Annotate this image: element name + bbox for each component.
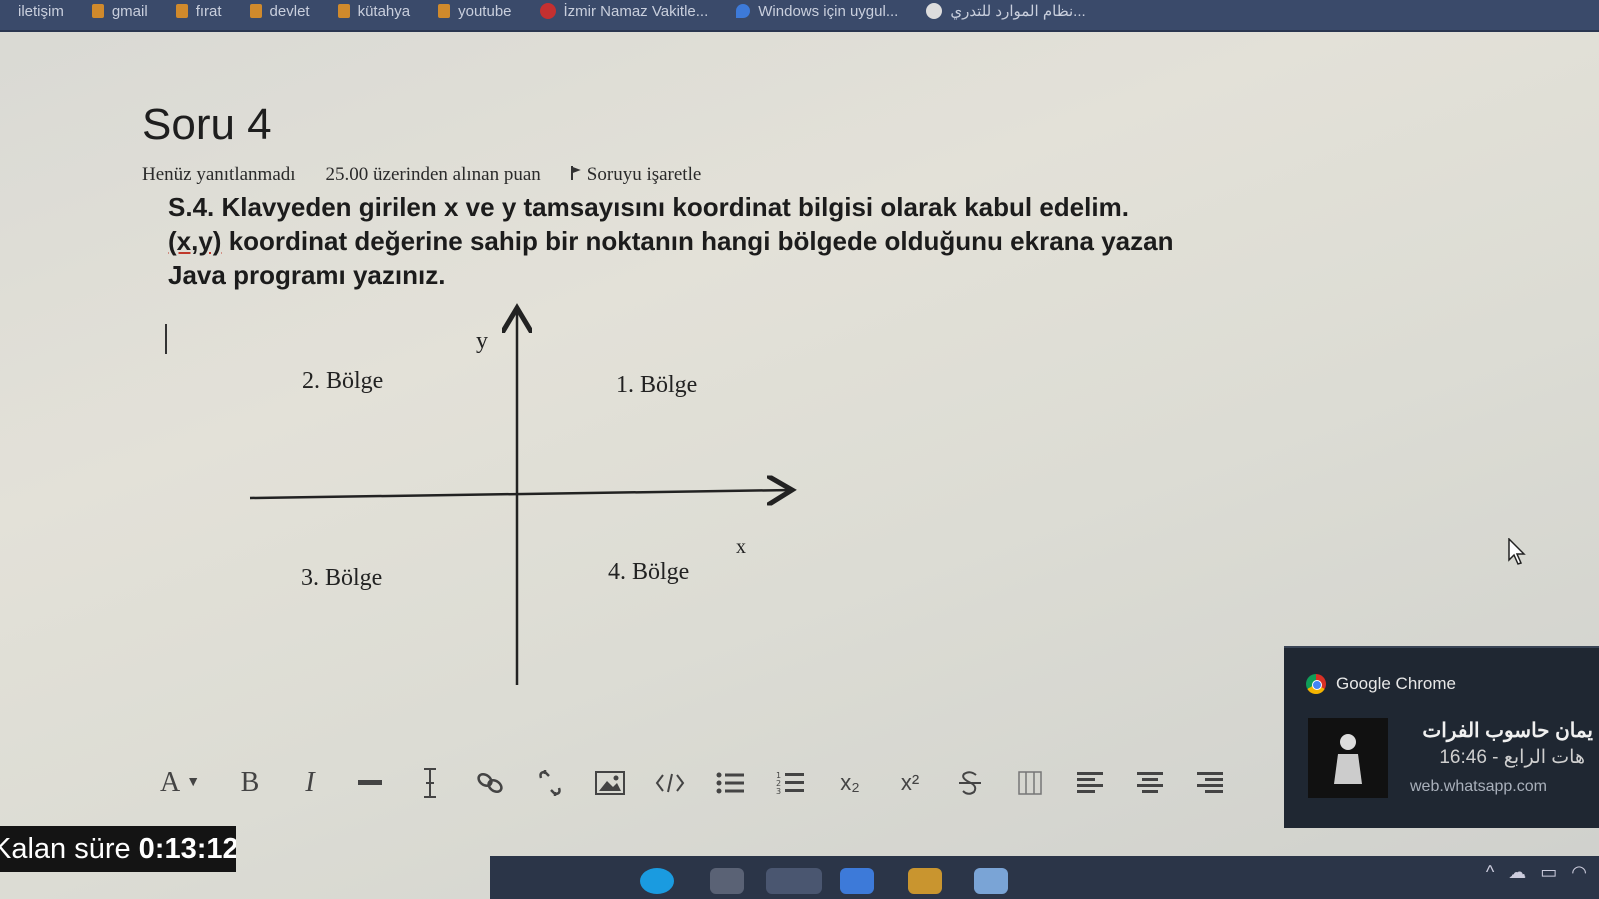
chrome-icon (1306, 674, 1326, 694)
table-button[interactable] (1000, 755, 1060, 811)
subscript-button[interactable]: x₂ (820, 755, 880, 811)
folder-icon (175, 4, 188, 18)
cloud-icon[interactable]: ☁ (1508, 862, 1526, 883)
battery-icon[interactable]: ▭ (1540, 862, 1557, 883)
text-cursor-icon (424, 768, 436, 798)
question-info: Henüz yanıtlanmadı 25.00 üzerinden alına… (142, 164, 701, 186)
region-2-label: 2. Bölge (302, 368, 384, 394)
region-4-label: 4. Bölge (608, 559, 690, 585)
numbered-list-button[interactable]: 123 (760, 755, 820, 811)
mouse-pointer-icon (1508, 538, 1526, 565)
image-icon (595, 771, 625, 795)
question-title: Soru 4 (142, 100, 272, 149)
align-right-button[interactable] (1180, 755, 1240, 811)
app-icon-2[interactable] (974, 868, 1008, 894)
bookmark-windows-apps[interactable]: Windows için uygul... (722, 3, 912, 28)
notification-title: يمان حاسوب الفرات (1422, 720, 1593, 742)
chevron-up-icon[interactable]: ^ (1486, 862, 1494, 883)
code-button[interactable] (640, 755, 700, 811)
numbered-list-icon: 123 (776, 771, 804, 796)
text-cursor (165, 324, 167, 354)
horizontal-rule-icon (358, 780, 382, 785)
italic-button[interactable]: I (280, 755, 340, 811)
question-text: S.4. Klavyeden girilen x ve y tamsayısın… (168, 192, 1174, 290)
bookmark-gmail[interactable]: gmail (78, 3, 162, 28)
notification-header: Google Chrome (1306, 674, 1456, 694)
site-icon (926, 3, 943, 19)
flag-question-button[interactable]: Soruyu işaretle (570, 164, 702, 186)
strikethrough-icon (959, 771, 981, 795)
bookmark-izmir-namaz[interactable]: İzmir Namaz Vakitle... (526, 3, 723, 28)
chevron-down-icon: ▼ (186, 775, 201, 790)
horizontal-rule-button[interactable] (340, 755, 400, 811)
font-color-button[interactable]: A ▼ (140, 755, 220, 811)
align-center-button[interactable] (1120, 755, 1180, 811)
bookmark-iletisim[interactable]: iletişim (4, 3, 78, 28)
notification-source: web.whatsapp.com (1410, 778, 1547, 795)
link-button[interactable] (460, 755, 520, 811)
notification-app-name: Google Chrome (1336, 674, 1457, 693)
bookmark-kutahya[interactable]: kütahya (324, 3, 425, 28)
remaining-time-timer: Kalan süre 0:13:12 (0, 826, 236, 872)
folder-icon (91, 4, 104, 18)
image-button[interactable] (580, 755, 640, 811)
timer-value: 0:13:12 (138, 832, 236, 865)
editor-toolbar: A ▼ B I 123 x₂ x² (140, 748, 1270, 818)
folder-icon (337, 4, 350, 18)
code-icon (655, 773, 685, 793)
bold-button[interactable]: B (220, 755, 280, 811)
unlink-icon (539, 770, 561, 796)
link-icon (477, 773, 503, 793)
table-icon (1018, 771, 1042, 795)
question-status: Henüz yanıtlanmadı (142, 164, 296, 185)
svg-text:3: 3 (776, 787, 781, 796)
bookmark-arabic-site[interactable]: نظام الموارد للتدري... (912, 2, 1099, 28)
align-left-icon (1077, 772, 1103, 793)
flag-question-label: Soruyu işaretle (586, 164, 702, 185)
region-3-label: 3. Bölge (301, 565, 383, 591)
region-1-label: 1. Bölge (616, 372, 698, 398)
store-icon[interactable] (710, 868, 744, 894)
chrome-taskbar-icon[interactable] (766, 868, 822, 894)
edge-icon[interactable] (640, 868, 674, 894)
timer-label: Kalan süre (0, 832, 131, 865)
align-center-icon (1137, 772, 1163, 793)
notification-message: 16:46 - هات الرابع (1439, 747, 1585, 768)
x-axis-label: x (736, 536, 746, 558)
bullet-list-icon (716, 772, 744, 794)
bullet-list-button[interactable] (700, 755, 760, 811)
notification-avatar (1308, 718, 1388, 798)
file-explorer-icon[interactable] (908, 868, 942, 894)
align-right-icon (1197, 772, 1223, 793)
wifi-icon[interactable]: ◠ (1571, 862, 1587, 883)
windows-taskbar: ^ ☁ ▭ ◠ (490, 856, 1599, 899)
bookmark-devlet[interactable]: devlet (236, 3, 324, 28)
question-points: 25.00 üzerinden alınan puan (325, 164, 541, 185)
system-tray: ^ ☁ ▭ ◠ (1486, 862, 1587, 883)
unlink-button[interactable] (520, 755, 580, 811)
folder-icon (438, 4, 451, 18)
align-left-button[interactable] (1060, 755, 1120, 811)
app-icon[interactable] (840, 868, 874, 894)
folder-icon (249, 4, 262, 18)
flag-icon (570, 166, 581, 180)
coordinate-diagram: y x 1. Bölge 2. Bölge 3. Bölge 4. Bölge (240, 300, 820, 690)
clear-format-button[interactable] (400, 755, 460, 811)
y-axis-label: y (476, 328, 488, 354)
site-icon (539, 3, 556, 19)
bookmark-youtube[interactable]: youtube (424, 3, 525, 28)
strikethrough-button[interactable] (940, 755, 1000, 811)
avatar-figure-icon (1334, 734, 1362, 784)
superscript-button[interactable]: x² (880, 755, 940, 811)
x-axis (249, 490, 792, 498)
axes-graphic (249, 300, 820, 685)
windows-icon (736, 4, 751, 18)
chrome-notification[interactable]: Google Chrome يمان حاسوب الفرات 16:46 - … (1284, 646, 1599, 828)
bookmarks-bar: iletişim gmail fırat devlet kütahya yout… (0, 0, 1599, 32)
bookmark-firat[interactable]: fırat (162, 3, 236, 28)
